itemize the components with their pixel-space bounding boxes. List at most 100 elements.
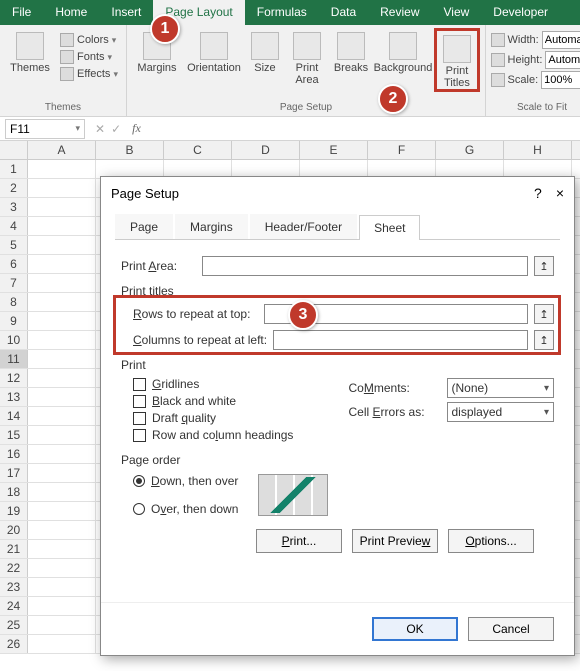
rows-repeat-range-button[interactable]: ↥ (534, 304, 554, 324)
row-header[interactable]: 4 (0, 217, 28, 235)
col-header[interactable]: D (232, 141, 300, 159)
down-then-over-radio[interactable] (133, 475, 145, 487)
row-header[interactable]: 25 (0, 616, 28, 634)
row-header[interactable]: 17 (0, 464, 28, 482)
cell[interactable] (28, 198, 96, 216)
cell[interactable] (28, 293, 96, 311)
cell[interactable] (28, 407, 96, 425)
breaks-button[interactable]: Breaks (330, 28, 372, 74)
col-header[interactable]: F (368, 141, 436, 159)
tab-home[interactable]: Home (43, 0, 99, 25)
cell[interactable] (28, 502, 96, 520)
print-button[interactable]: Print... (256, 529, 342, 553)
row-header[interactable]: 14 (0, 407, 28, 425)
background-button[interactable]: Background (374, 28, 432, 74)
bw-checkbox[interactable] (133, 395, 146, 408)
row-header[interactable]: 1 (0, 160, 28, 178)
cell[interactable] (28, 217, 96, 235)
width-input[interactable] (542, 31, 580, 49)
tab-review[interactable]: Review (368, 0, 431, 25)
cell[interactable] (28, 331, 96, 349)
cell[interactable] (28, 350, 96, 368)
tab-data[interactable]: Data (319, 0, 368, 25)
row-header[interactable]: 18 (0, 483, 28, 501)
row-header[interactable]: 15 (0, 426, 28, 444)
fx-icon[interactable]: fx (132, 121, 141, 136)
effects-button[interactable]: Effects▾ (57, 66, 121, 82)
cell[interactable] (28, 559, 96, 577)
cell[interactable] (28, 540, 96, 558)
dialog-close-button[interactable]: × (556, 185, 564, 201)
print-area-button[interactable]: Print Area (286, 28, 328, 86)
col-header[interactable]: G (436, 141, 504, 159)
col-header[interactable]: A (28, 141, 96, 159)
dialog-help-button[interactable]: ? (534, 185, 542, 201)
dialog-tab-sheet[interactable]: Sheet (359, 215, 420, 240)
over-then-down-radio-row[interactable]: Over, then down (133, 502, 238, 516)
down-then-over-radio-row[interactable]: Down, then over (133, 474, 238, 488)
dialog-tab-header-footer[interactable]: Header/Footer (250, 214, 357, 239)
tab-formulas[interactable]: Formulas (245, 0, 319, 25)
themes-button[interactable]: Themes (5, 28, 55, 74)
cancel-formula-icon[interactable]: ✕ (95, 122, 105, 136)
cell[interactable] (28, 483, 96, 501)
select-all-corner[interactable] (0, 141, 28, 159)
cell[interactable] (28, 597, 96, 615)
ok-button[interactable]: OK (372, 617, 458, 641)
col-header[interactable]: B (96, 141, 164, 159)
gridlines-checkbox-row[interactable]: Gridlines (133, 377, 339, 391)
row-header[interactable]: 2 (0, 179, 28, 197)
row-header[interactable]: 9 (0, 312, 28, 330)
tab-developer[interactable]: Developer (481, 0, 560, 25)
draft-checkbox-row[interactable]: Draft quality (133, 411, 339, 425)
options-button[interactable]: Options... (448, 529, 534, 553)
cols-repeat-range-button[interactable]: ↥ (534, 330, 554, 350)
comments-select[interactable]: (None)▾ (447, 378, 555, 398)
scale-input[interactable] (541, 71, 580, 89)
row-header[interactable]: 26 (0, 635, 28, 653)
cell[interactable] (28, 635, 96, 653)
bw-checkbox-row[interactable]: Black and white (133, 394, 339, 408)
tab-file[interactable]: File (0, 0, 43, 25)
row-header[interactable]: 7 (0, 274, 28, 292)
cell[interactable] (28, 578, 96, 596)
over-then-down-radio[interactable] (133, 503, 145, 515)
colors-button[interactable]: Colors▾ (57, 32, 121, 48)
cell[interactable] (28, 369, 96, 387)
row-header[interactable]: 16 (0, 445, 28, 463)
orientation-button[interactable]: Orientation (184, 28, 244, 74)
gridlines-checkbox[interactable] (133, 378, 146, 391)
print-area-input[interactable] (202, 256, 528, 276)
print-preview-button[interactable]: Print Preview (352, 529, 438, 553)
dialog-tab-page[interactable]: Page (115, 214, 173, 239)
row-header[interactable]: 10 (0, 331, 28, 349)
row-header[interactable]: 12 (0, 369, 28, 387)
row-header[interactable]: 20 (0, 521, 28, 539)
cell[interactable] (28, 255, 96, 273)
height-input[interactable] (545, 51, 580, 69)
errors-select[interactable]: displayed▾ (447, 402, 555, 422)
row-header[interactable]: 6 (0, 255, 28, 273)
cell[interactable] (28, 616, 96, 634)
rowcol-checkbox[interactable] (133, 429, 146, 442)
row-header[interactable]: 8 (0, 293, 28, 311)
cell[interactable] (28, 312, 96, 330)
print-titles-button[interactable]: Print Titles (434, 28, 480, 92)
row-header[interactable]: 22 (0, 559, 28, 577)
cell[interactable] (28, 274, 96, 292)
row-header[interactable]: 24 (0, 597, 28, 615)
col-header[interactable]: H (504, 141, 572, 159)
cell[interactable] (28, 388, 96, 406)
row-header[interactable]: 3 (0, 198, 28, 216)
cell[interactable] (28, 426, 96, 444)
dialog-tab-margins[interactable]: Margins (175, 214, 248, 239)
row-header[interactable]: 11 (0, 350, 28, 368)
cancel-button[interactable]: Cancel (468, 617, 554, 641)
col-header[interactable]: E (300, 141, 368, 159)
row-header[interactable]: 13 (0, 388, 28, 406)
row-header[interactable]: 21 (0, 540, 28, 558)
cell[interactable] (28, 445, 96, 463)
cell[interactable] (28, 179, 96, 197)
print-area-range-button[interactable]: ↥ (534, 256, 554, 276)
fonts-button[interactable]: Fonts▾ (57, 49, 121, 65)
